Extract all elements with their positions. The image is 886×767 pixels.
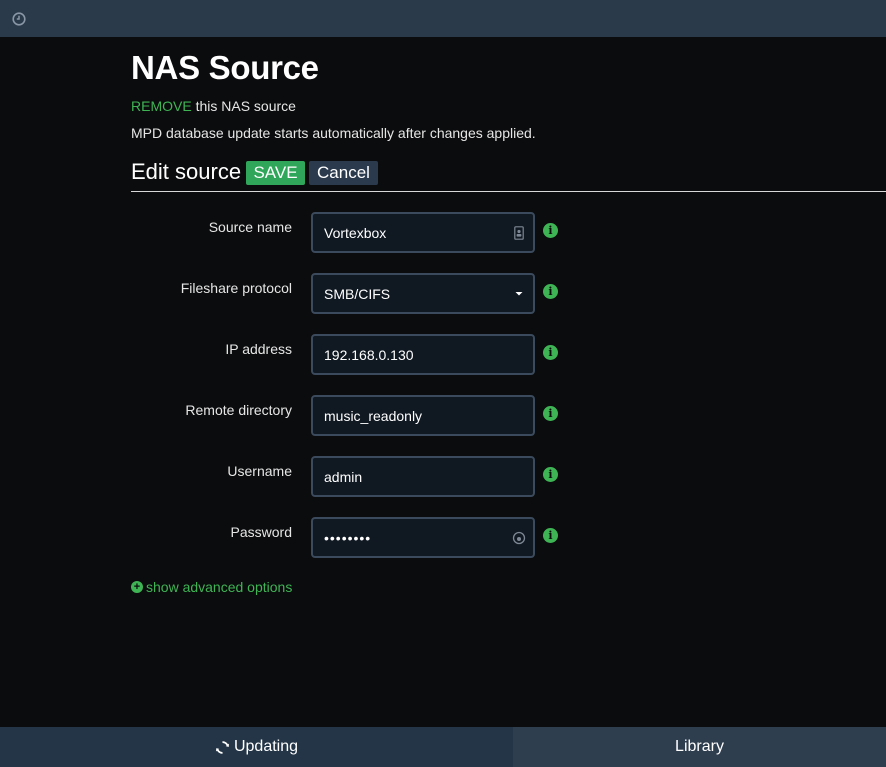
protocol-value: SMB/CIFS bbox=[324, 285, 391, 302]
source-name-row: Source name Vortexbox i bbox=[131, 212, 591, 254]
info-icon[interactable]: i bbox=[543, 406, 558, 421]
protocol-row: Fileshare protocol SMB/CIFS i bbox=[131, 273, 591, 315]
tab-library-label: Library bbox=[675, 738, 724, 755]
remote-directory-input[interactable]: music_readonly bbox=[311, 395, 535, 436]
password-row: Password •••••••• i bbox=[131, 517, 591, 559]
plus-circle-icon: + bbox=[131, 581, 143, 593]
info-icon[interactable]: i bbox=[543, 345, 558, 360]
ip-address-value: 192.168.0.130 bbox=[324, 346, 414, 363]
remote-directory-value: music_readonly bbox=[324, 407, 423, 424]
tab-updating-label: Updating bbox=[233, 738, 299, 755]
source-name-value: Vortexbox bbox=[324, 224, 387, 241]
page-title: NAS Source bbox=[131, 49, 319, 86]
cancel-button[interactable]: Cancel bbox=[309, 161, 378, 185]
username-input[interactable]: admin bbox=[311, 456, 535, 497]
password-reveal-icon[interactable] bbox=[505, 519, 533, 556]
remote-directory-label: Remote directory bbox=[185, 402, 292, 418]
refresh-icon bbox=[215, 740, 230, 755]
clock-icon[interactable] bbox=[11, 11, 26, 26]
info-icon[interactable]: i bbox=[543, 223, 558, 238]
ip-address-row: IP address 192.168.0.130 i bbox=[131, 334, 591, 376]
top-bar bbox=[0, 0, 886, 37]
caret-down-icon bbox=[505, 275, 533, 312]
tab-updating[interactable]: Updating bbox=[0, 727, 513, 767]
protocol-label: Fileshare protocol bbox=[180, 280, 292, 296]
show-advanced-options-link[interactable]: + show advanced options bbox=[131, 579, 292, 595]
update-note: MPD database update starts automatically… bbox=[131, 125, 536, 141]
password-input[interactable]: •••••••• bbox=[311, 517, 535, 558]
password-value: •••••••• bbox=[324, 529, 372, 546]
protocol-select[interactable]: SMB/CIFS bbox=[311, 273, 535, 314]
info-icon[interactable]: i bbox=[543, 467, 558, 482]
info-icon[interactable]: i bbox=[543, 528, 558, 543]
contact-card-icon bbox=[505, 214, 533, 251]
bottom-tab-bar: Updating Library bbox=[0, 727, 886, 767]
remove-link[interactable]: REMOVE bbox=[131, 98, 192, 114]
edit-header: Edit source SAVE Cancel bbox=[131, 157, 886, 192]
tab-library[interactable]: Library bbox=[513, 727, 886, 767]
username-value: admin bbox=[324, 468, 363, 485]
source-name-input[interactable]: Vortexbox bbox=[311, 212, 535, 253]
source-name-label: Source name bbox=[208, 219, 292, 235]
ip-address-label: IP address bbox=[225, 341, 292, 357]
username-row: Username admin i bbox=[131, 456, 591, 498]
remove-line-text: this NAS source bbox=[191, 98, 296, 114]
ip-address-input[interactable]: 192.168.0.130 bbox=[311, 334, 535, 375]
advanced-label: show advanced options bbox=[146, 579, 293, 595]
remove-line: REMOVE this NAS source bbox=[131, 98, 296, 114]
remote-directory-row: Remote directory music_readonly i bbox=[131, 395, 591, 437]
password-label: Password bbox=[230, 524, 292, 540]
username-label: Username bbox=[227, 463, 292, 479]
save-button[interactable]: SAVE bbox=[246, 161, 305, 185]
info-icon[interactable]: i bbox=[543, 284, 558, 299]
edit-title: Edit source bbox=[131, 159, 242, 184]
